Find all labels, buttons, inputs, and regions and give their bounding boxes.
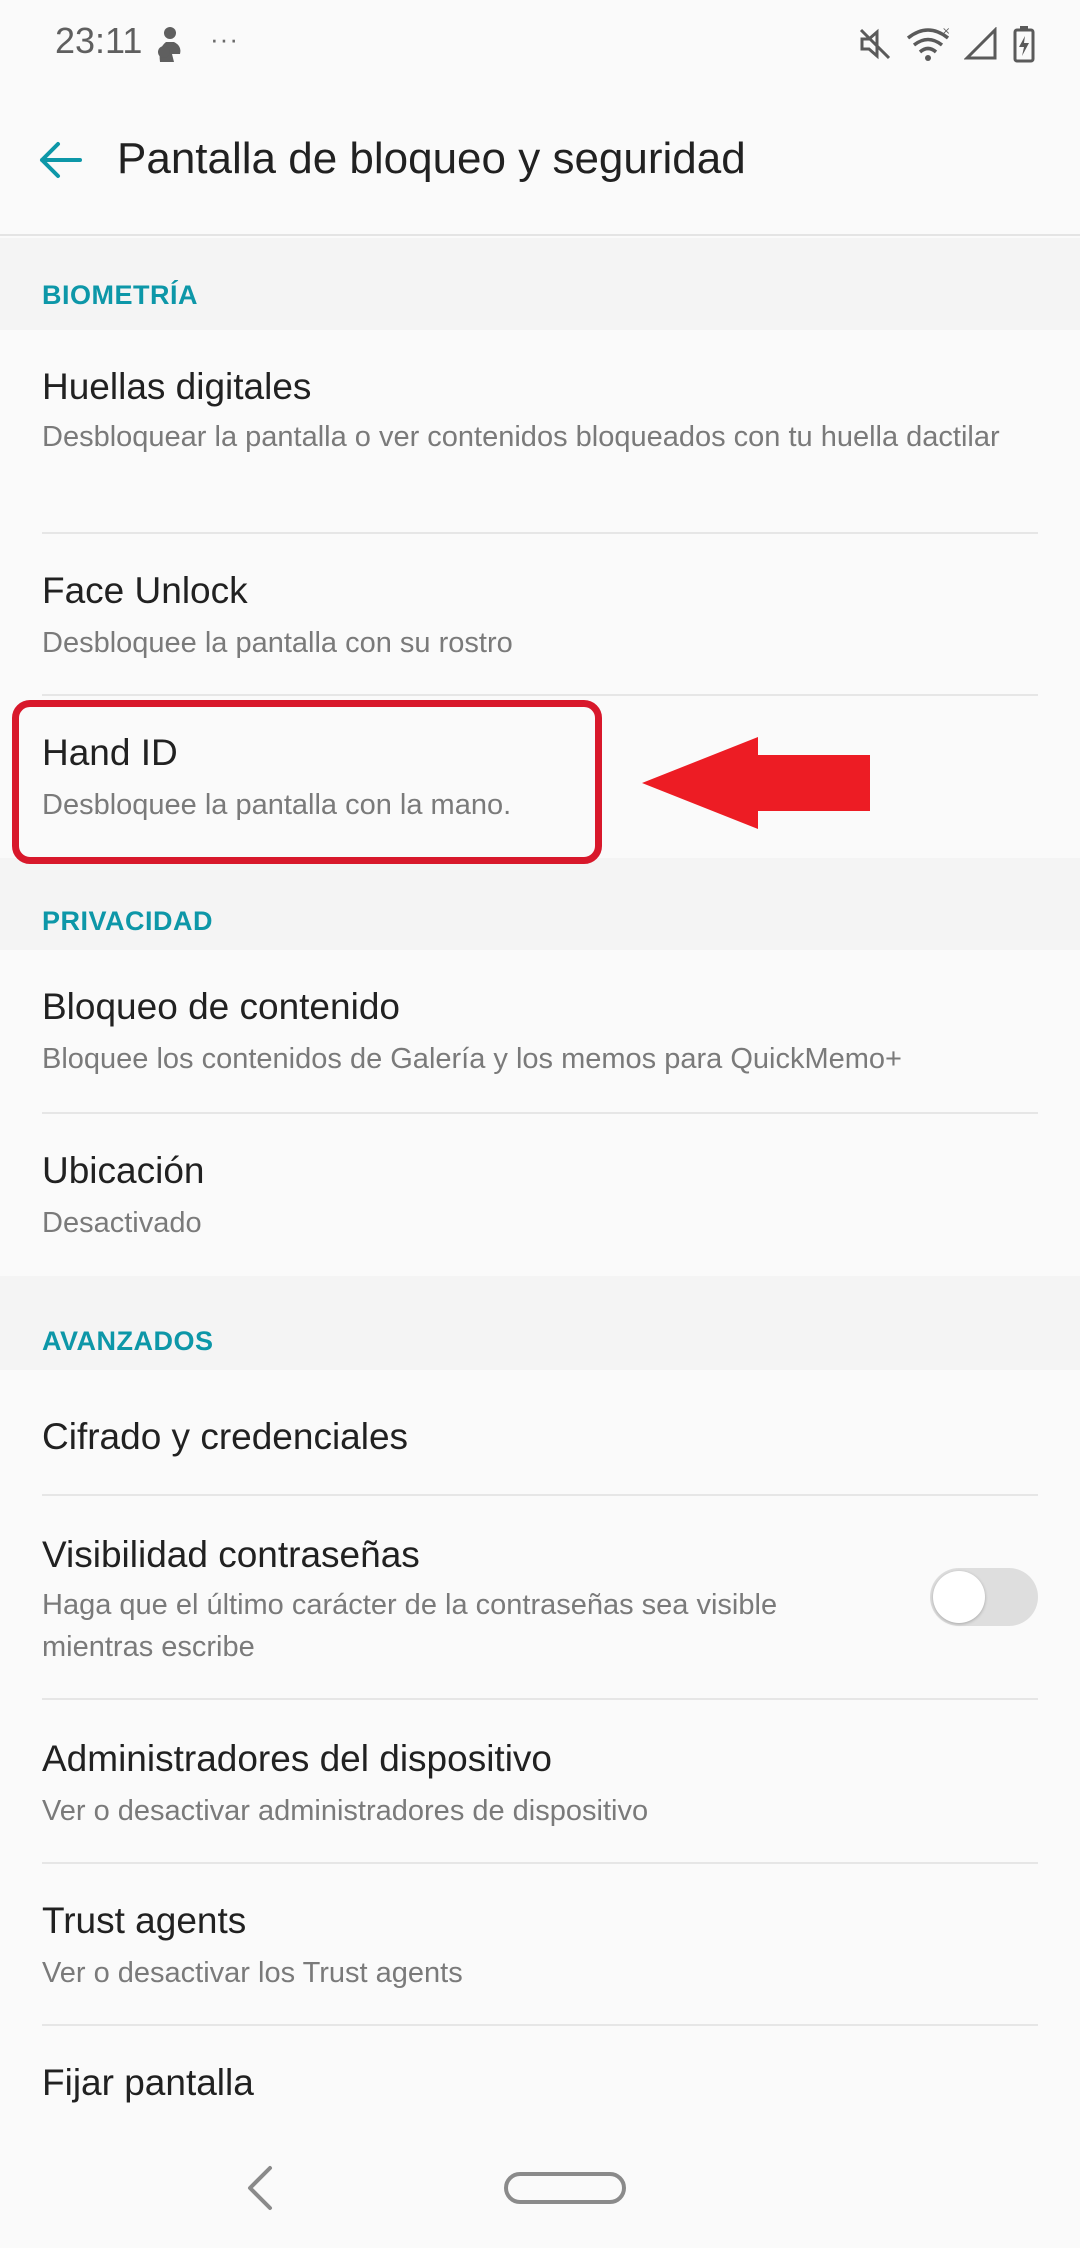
item-subtitle: Bloquee los contenidos de Galería y los … xyxy=(42,1043,902,1075)
section-title: BIOMETRÍA xyxy=(42,280,198,310)
svg-text:×: × xyxy=(942,26,950,37)
settings-item-screen-pinning[interactable]: Fijar pantalla xyxy=(0,2026,1080,2128)
status-bar: 23:11 ··· × xyxy=(0,0,1080,90)
password-visibility-toggle[interactable] xyxy=(930,1566,1038,1628)
annotation-red-arrow-icon xyxy=(642,737,870,829)
settings-item-password-visibility[interactable]: Visibilidad contraseñas Haga que el últi… xyxy=(0,1496,1080,1700)
settings-item-encryption-credentials[interactable]: Cifrado y credenciales xyxy=(0,1370,1080,1496)
nav-home-pill-icon[interactable] xyxy=(504,2172,626,2204)
settings-item-location[interactable]: Ubicación Desactivado xyxy=(0,1114,1080,1276)
item-title: Administradores del dispositivo xyxy=(42,1738,553,1779)
status-overflow-dots: ··· xyxy=(210,24,239,54)
item-subtitle: Haga que el último carácter de la contra… xyxy=(42,1589,778,1663)
settings-item-fingerprints[interactable]: Huellas digitales Desbloquear la pantall… xyxy=(0,330,1080,534)
settings-item-trust-agents[interactable]: Trust agents Ver o desactivar los Trust … xyxy=(0,1864,1080,2026)
status-icons: × xyxy=(858,22,1036,66)
item-title: Bloqueo de contenido xyxy=(42,986,400,1027)
item-subtitle: Ver o desactivar los Trust agents xyxy=(42,1957,463,1989)
wifi-icon: × xyxy=(906,26,950,61)
status-time: 23:11 xyxy=(55,20,143,61)
item-subtitle: Desbloquee la pantalla con su rostro xyxy=(42,627,513,659)
mute-icon xyxy=(859,28,891,60)
app-bar: Pantalla de bloqueo y seguridad xyxy=(0,90,1080,236)
notification-figure-icon xyxy=(158,27,181,62)
settings-item-face-unlock[interactable]: Face Unlock Desbloquee la pantalla con s… xyxy=(0,534,1080,696)
item-subtitle: Ver o desactivar administradores de disp… xyxy=(42,1795,649,1827)
battery-charging-icon xyxy=(1013,26,1035,63)
item-subtitle: Desbloquear la pantalla o ver contenidos… xyxy=(42,421,1000,453)
section-header-privacidad: PRIVACIDAD xyxy=(0,858,1080,950)
nav-back-icon[interactable] xyxy=(236,2158,286,2218)
item-title: Visibilidad contraseñas xyxy=(42,1534,420,1575)
lock-screen-security-settings: 23:11 ··· × Pantalla de bloqueo y seguri… xyxy=(0,0,1080,2248)
settings-item-content-lock[interactable]: Bloqueo de contenido Bloquee los conteni… xyxy=(0,950,1080,1114)
item-subtitle: Desactivado xyxy=(42,1207,202,1239)
toggle-knob xyxy=(933,1571,985,1623)
section-title: PRIVACIDAD xyxy=(42,906,214,936)
item-title: Fijar pantalla xyxy=(42,2062,254,2103)
settings-item-device-admins[interactable]: Administradores del dispositivo Ver o de… xyxy=(0,1700,1080,1864)
item-title: Ubicación xyxy=(42,1150,205,1191)
section-header-avanzados: AVANZADOS xyxy=(0,1276,1080,1370)
item-title: Trust agents xyxy=(42,1900,247,1941)
signal-icon xyxy=(964,27,997,60)
item-title: Face Unlock xyxy=(42,570,248,611)
back-button[interactable] xyxy=(30,130,90,190)
item-title: Cifrado y credenciales xyxy=(42,1416,409,1457)
arrow-back-icon xyxy=(40,142,82,178)
section-header-biometria: BIOMETRÍA xyxy=(0,238,1080,330)
annotation-highlight-box xyxy=(12,700,602,864)
navigation-bar xyxy=(0,2128,1080,2248)
section-title: AVANZADOS xyxy=(42,1326,214,1356)
item-title: Huellas digitales xyxy=(42,366,312,407)
page-title: Pantalla de bloqueo y seguridad xyxy=(117,134,746,183)
